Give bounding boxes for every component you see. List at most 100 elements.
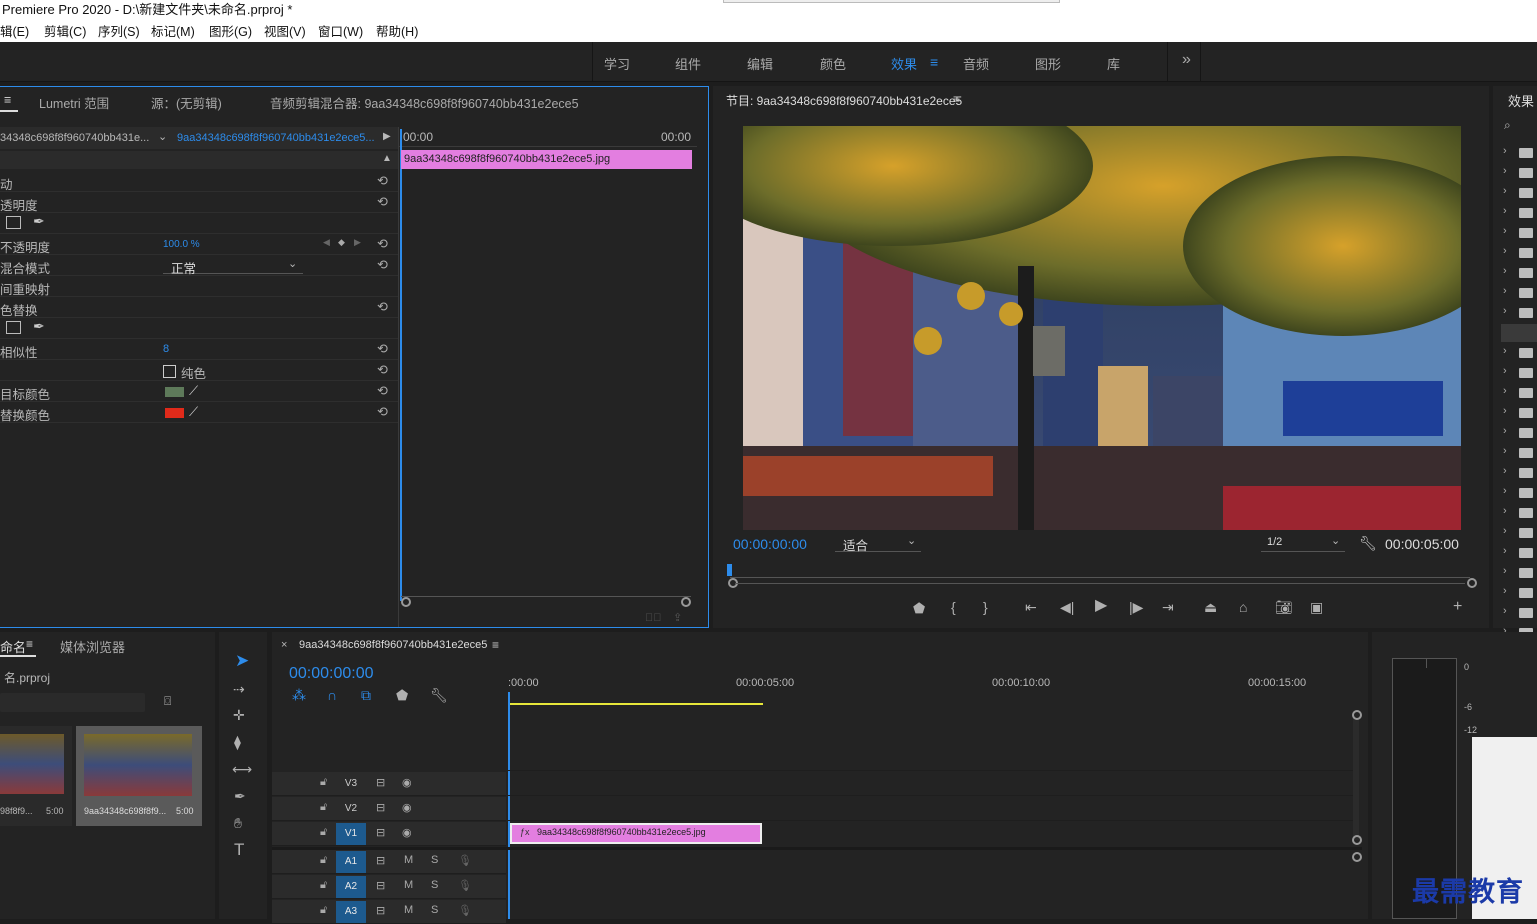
effects-folder-row[interactable]: › <box>1501 484 1537 502</box>
lock-icon[interactable]: 🔓︎ <box>320 801 327 814</box>
menu-help[interactable]: 帮助(H) <box>376 22 418 42</box>
sync-icon[interactable]: ⊟ <box>376 801 385 814</box>
reset-icon[interactable]: ⟲ <box>377 299 388 315</box>
slip-tool-icon[interactable]: ⟷ <box>232 762 252 776</box>
chevron-down-icon[interactable]: ⌄ <box>158 130 167 143</box>
pen-mask-icon[interactable]: ✒ <box>33 318 45 335</box>
tab-audio-clip-mixer[interactable]: 音频剪辑混合器: 9aa34348c698f8f960740bb431e2ece… <box>270 93 579 112</box>
workspace-tab-learning[interactable]: 学习 <box>604 54 630 73</box>
resolution-select[interactable]: 1/2 ⌄ <box>1261 535 1345 552</box>
add-marker-icon[interactable]: ⬟ <box>396 688 408 702</box>
effects-folder-row[interactable]: › <box>1501 344 1537 362</box>
fx-zoom-handle-right[interactable] <box>681 597 691 607</box>
timeline-clip-v1[interactable]: ƒx 9aa34348c698f8f960740bb431e2ece5.jpg <box>510 823 762 844</box>
project-item-2[interactable]: 9aa34348c698f8f9... 5:00 <box>76 726 202 826</box>
effects-folder-row[interactable]: › <box>1501 284 1537 302</box>
reset-icon[interactable]: ⟲ <box>377 173 388 189</box>
workspace-tab-libraries[interactable]: 库 <box>1107 54 1120 73</box>
tab-lumetri-scopes[interactable]: Lumetri 范围 <box>39 93 109 112</box>
wrench-icon[interactable]: 🔧︎ <box>430 688 448 702</box>
project-search-input[interactable] <box>0 693 145 712</box>
effects-folder-row[interactable]: › <box>1501 144 1537 162</box>
track-select-icon[interactable]: ⇢ <box>233 682 245 696</box>
effects-folder-row[interactable]: › <box>1501 504 1537 522</box>
fit-select[interactable]: 适合 ⌄ <box>835 535 921 553</box>
effects-folder-row[interactable]: › <box>1501 304 1537 322</box>
sequence-tab[interactable]: 9aa34348c698f8f960740bb431e2ece5 <box>299 639 487 651</box>
solid-color-checkbox[interactable] <box>163 365 176 378</box>
tab-project[interactable]: 命名 <box>0 637 26 656</box>
program-playhead[interactable] <box>727 564 732 576</box>
menu-edit[interactable]: 辑(E) <box>0 22 29 42</box>
export-icon[interactable]: ⇪ <box>673 611 682 624</box>
add-button-icon[interactable]: + <box>1453 599 1462 615</box>
mic-icon[interactable]: 🎙︎ <box>458 879 472 892</box>
snap-icon[interactable]: ∩ <box>327 688 337 702</box>
replace-color-swatch[interactable] <box>165 408 184 418</box>
pen-tool-icon[interactable]: ✒ <box>234 789 246 803</box>
sync-icon[interactable]: ⊟ <box>376 879 385 892</box>
program-timecode[interactable]: 00:00:00:00 <box>733 536 807 552</box>
project-item-1[interactable]: 98f8f9... 5:00 <box>0 726 72 826</box>
program-ruler[interactable] <box>730 566 1470 578</box>
similarity-value[interactable]: 8 <box>163 343 169 355</box>
tab-media-browser[interactable]: 媒体浏览器 <box>60 637 125 656</box>
sync-icon[interactable]: ⊟ <box>376 904 385 917</box>
work-area-bar[interactable] <box>509 703 763 705</box>
reset-icon[interactable]: ⟲ <box>377 362 388 378</box>
eye-icon[interactable]: ◉ <box>402 801 412 814</box>
pen-mask-icon[interactable]: ✒ <box>33 213 45 230</box>
timeline-timecode[interactable]: 00:00:00:00 <box>289 665 374 683</box>
mute-icon[interactable]: M <box>404 879 413 891</box>
fx-row-color-replace[interactable]: 色替换 ⟲ <box>0 297 398 318</box>
play-triangle-icon[interactable]: ▶ <box>383 131 391 142</box>
scroll-bottom-handle[interactable] <box>1352 835 1362 845</box>
fx-zoom-bar[interactable] <box>401 596 691 607</box>
selection-tool-icon[interactable]: ➤ <box>235 652 249 669</box>
text-tool-icon[interactable]: T <box>234 841 244 858</box>
track-v1[interactable]: 🔓︎ V1 ⊟ ◉ <box>272 822 506 846</box>
mark-in-icon[interactable]: { <box>951 600 956 614</box>
effects-folder-row[interactable]: › <box>1501 404 1537 422</box>
mic-icon[interactable]: 🎙︎ <box>458 904 472 917</box>
go-to-in-icon[interactable]: ⇤ <box>1025 600 1037 614</box>
effects-folder-row[interactable]: › <box>1501 364 1537 382</box>
panel-menu-icon[interactable]: ≡ <box>953 92 960 106</box>
next-keyframe-icon[interactable]: ▶ <box>354 237 361 248</box>
menu-graphics[interactable]: 图形(G) <box>209 22 252 42</box>
eyedropper-icon[interactable]: ⟋ <box>189 404 198 420</box>
panel-menu-icon[interactable]: ≡ <box>26 637 33 651</box>
audio-scroll-handle[interactable] <box>1352 852 1362 862</box>
eyedropper-icon[interactable]: ⟋ <box>189 383 198 399</box>
program-zoom-right[interactable] <box>1467 578 1477 588</box>
fx-playhead[interactable] <box>400 129 402 601</box>
menu-view[interactable]: 视图(V) <box>264 22 306 42</box>
workspace-overflow-icon[interactable]: » <box>1182 51 1191 69</box>
sync-icon[interactable]: ⊟ <box>376 854 385 867</box>
opacity-value[interactable]: 100.0 % <box>163 239 200 250</box>
effects-title[interactable]: 效果 <box>1508 91 1534 110</box>
menu-sequence[interactable]: 序列(S) <box>98 22 140 42</box>
step-forward-icon[interactable]: |▶ <box>1129 600 1143 614</box>
play-icon[interactable]: ▶ <box>1095 598 1107 614</box>
effects-folder-row[interactable]: › <box>1501 184 1537 202</box>
add-marker-icon[interactable]: ⬟ <box>913 601 925 615</box>
fx-row-opacity[interactable]: 透明度 ⟲ <box>0 192 398 213</box>
close-icon[interactable]: × <box>281 639 287 651</box>
mark-out-icon[interactable]: } <box>983 600 988 614</box>
fx-mini-ruler[interactable]: 00:00 00:00 <box>399 127 697 147</box>
target-color-swatch[interactable] <box>165 387 184 397</box>
reset-icon[interactable]: ⟲ <box>377 236 388 252</box>
tab-source-monitor[interactable]: 源：(无剪辑) <box>151 93 222 112</box>
effects-folder-row[interactable]: › <box>1501 424 1537 442</box>
timeline-playhead[interactable] <box>508 692 510 919</box>
rectangle-mask-icon[interactable] <box>6 321 21 334</box>
menu-marker[interactable]: 标记(M) <box>151 22 195 42</box>
reset-icon[interactable]: ⟲ <box>377 383 388 399</box>
panel-menu-icon[interactable]: ≡ <box>492 638 499 652</box>
effects-folder-row[interactable]: › <box>1501 244 1537 262</box>
effects-folder-row[interactable]: › <box>1501 544 1537 562</box>
hand-tool-icon[interactable]: ✋︎ <box>234 816 242 830</box>
blend-mode-select[interactable]: 正常 ⌄ <box>163 257 303 276</box>
lift-icon[interactable]: ⏏ <box>1204 600 1217 614</box>
